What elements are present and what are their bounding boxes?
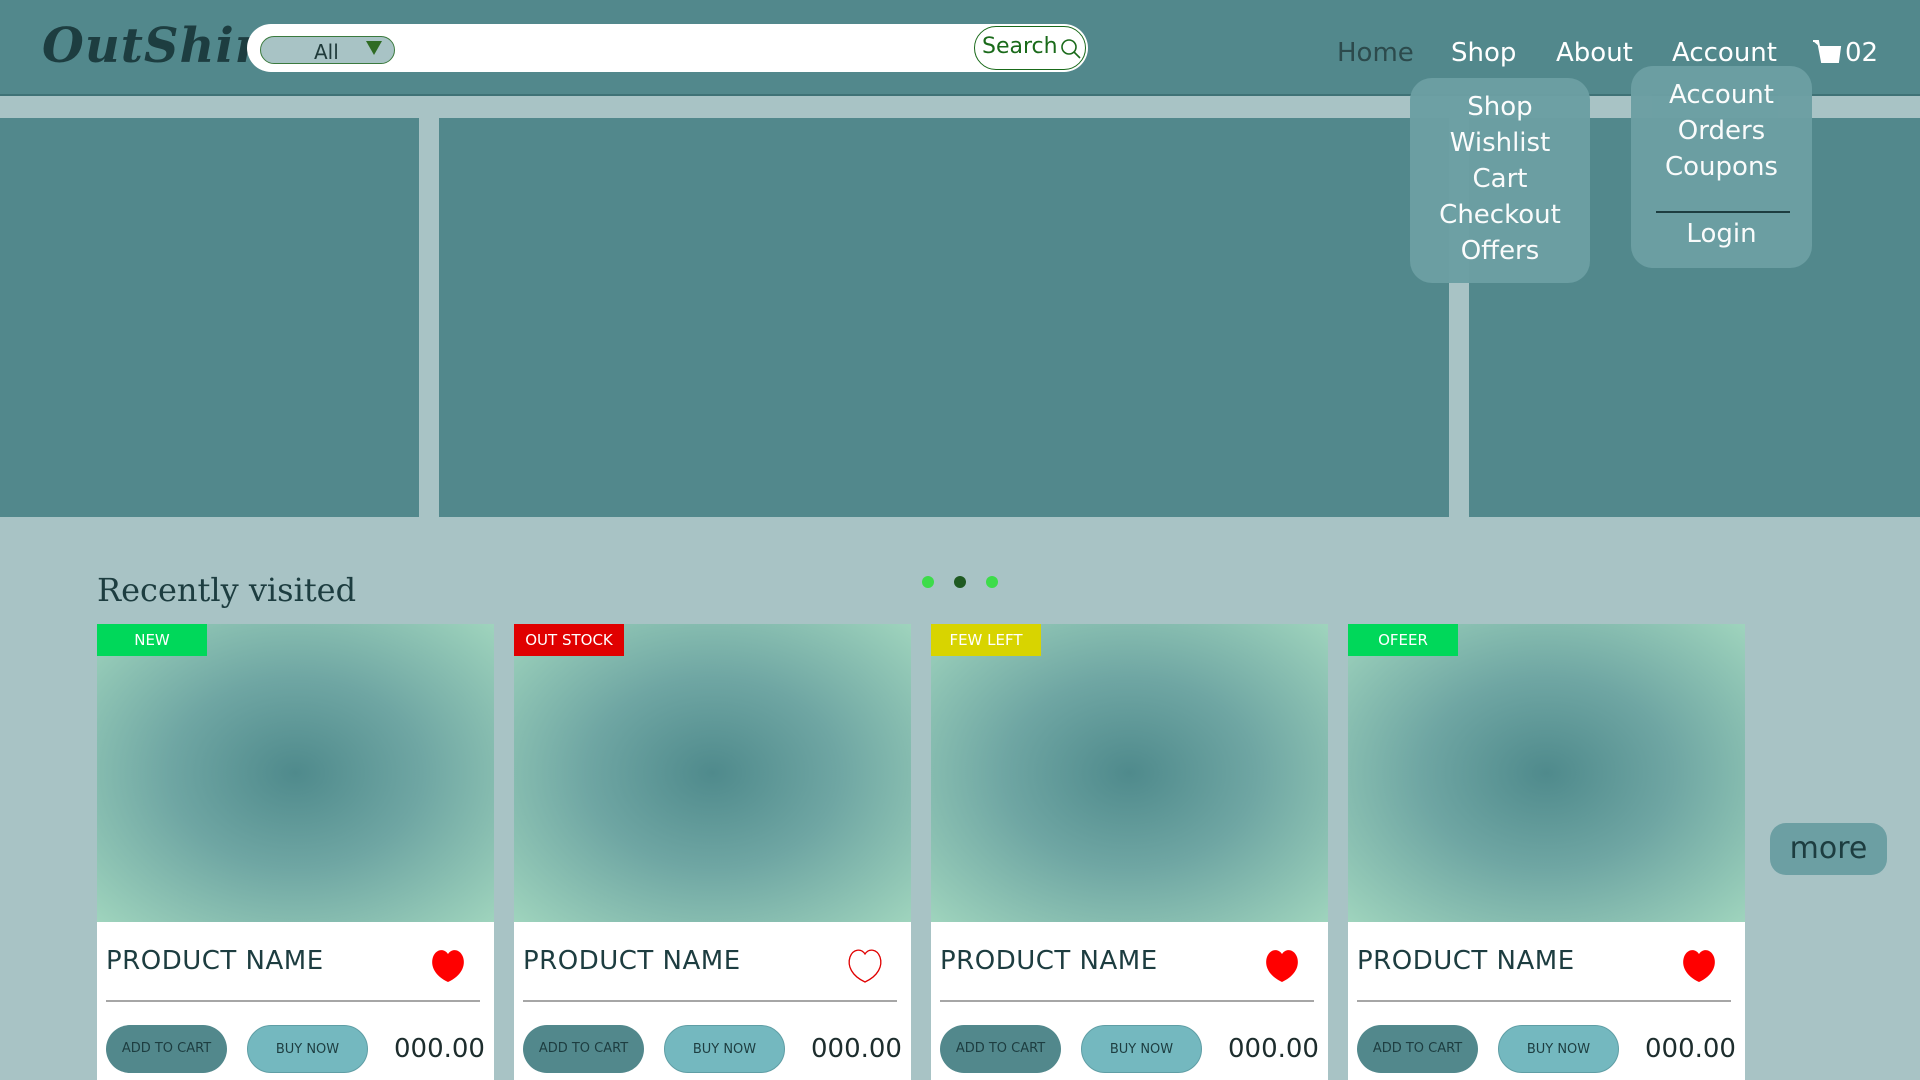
add-to-cart-button[interactable]: ADD TO CART [106, 1025, 227, 1073]
nav-shop[interactable]: Shop [1451, 38, 1516, 68]
product-price: 000.00 [394, 1034, 485, 1064]
badge-new: NEW [97, 624, 207, 656]
carousel-dot-active[interactable] [954, 576, 966, 588]
nav-home[interactable]: Home [1337, 38, 1414, 68]
product-price: 000.00 [811, 1034, 902, 1064]
menu-item-offers[interactable]: Offers [1410, 236, 1590, 266]
more-button[interactable]: more [1770, 823, 1887, 875]
product-card: FEW LEFT PRODUCT NAME ADD TO CART BUY NO… [931, 624, 1328, 1080]
account-dropdown-menu: Account Orders Coupons Login [1631, 66, 1812, 268]
product-price: 000.00 [1228, 1034, 1319, 1064]
card-divider [940, 1000, 1314, 1002]
product-name[interactable]: PRODUCT NAME [1357, 946, 1575, 976]
menu-item-wishlist[interactable]: Wishlist [1410, 128, 1590, 158]
product-image[interactable] [931, 624, 1328, 922]
nav-about[interactable]: About [1556, 38, 1633, 68]
card-divider [1357, 1000, 1731, 1002]
heart-icon[interactable] [1263, 946, 1301, 984]
buy-now-button[interactable]: BUY NOW [247, 1025, 368, 1073]
category-select-label: All [314, 40, 339, 64]
add-to-cart-button[interactable]: ADD TO CART [523, 1025, 644, 1073]
badge-offer: OFEER [1348, 624, 1458, 656]
hero-banner-main[interactable] [439, 118, 1449, 517]
menu-item-shop[interactable]: Shop [1410, 92, 1590, 122]
product-image[interactable] [97, 624, 494, 922]
badge-out-stock: OUT STOCK [514, 624, 624, 656]
search-button-label: Search [982, 34, 1058, 59]
product-name[interactable]: PRODUCT NAME [106, 946, 324, 976]
cart-icon[interactable] [1812, 38, 1842, 66]
menu-item-checkout[interactable]: Checkout [1410, 200, 1590, 230]
shop-dropdown-menu: Shop Wishlist Cart Checkout Offers [1410, 78, 1590, 283]
carousel-dot[interactable] [986, 576, 998, 588]
carousel-dot[interactable] [922, 576, 934, 588]
section-title: Recently visited [97, 571, 357, 609]
product-image[interactable] [1348, 624, 1745, 922]
product-name[interactable]: PRODUCT NAME [523, 946, 741, 976]
menu-divider [1656, 211, 1790, 213]
badge-few-left: FEW LEFT [931, 624, 1041, 656]
product-price: 000.00 [1645, 1034, 1736, 1064]
menu-item-coupons[interactable]: Coupons [1631, 152, 1812, 182]
card-divider [106, 1000, 480, 1002]
product-name[interactable]: PRODUCT NAME [940, 946, 1158, 976]
card-divider [523, 1000, 897, 1002]
product-card: NEW PRODUCT NAME ADD TO CART BUY NOW 000… [97, 624, 494, 1080]
heart-icon[interactable] [429, 946, 467, 984]
buy-now-button[interactable]: BUY NOW [664, 1025, 785, 1073]
add-to-cart-button[interactable]: ADD TO CART [1357, 1025, 1478, 1073]
product-card: OUT STOCK PRODUCT NAME ADD TO CART BUY N… [514, 624, 911, 1080]
buy-now-button[interactable]: BUY NOW [1081, 1025, 1202, 1073]
hero-banner-left[interactable] [0, 118, 419, 517]
nav-account[interactable]: Account [1672, 38, 1777, 68]
heart-icon[interactable] [1680, 946, 1718, 984]
menu-item-cart[interactable]: Cart [1410, 164, 1590, 194]
menu-item-orders[interactable]: Orders [1631, 116, 1812, 146]
menu-item-account[interactable]: Account [1631, 80, 1812, 110]
menu-item-login[interactable]: Login [1631, 219, 1812, 249]
search-icon [1061, 39, 1081, 59]
cart-count: 02 [1845, 38, 1879, 68]
add-to-cart-button[interactable]: ADD TO CART [940, 1025, 1061, 1073]
product-card: OFEER PRODUCT NAME ADD TO CART BUY NOW 0… [1348, 624, 1745, 1080]
buy-now-button[interactable]: BUY NOW [1498, 1025, 1619, 1073]
product-image[interactable] [514, 624, 911, 922]
chevron-down-icon [366, 41, 382, 55]
heart-icon[interactable] [846, 946, 884, 984]
